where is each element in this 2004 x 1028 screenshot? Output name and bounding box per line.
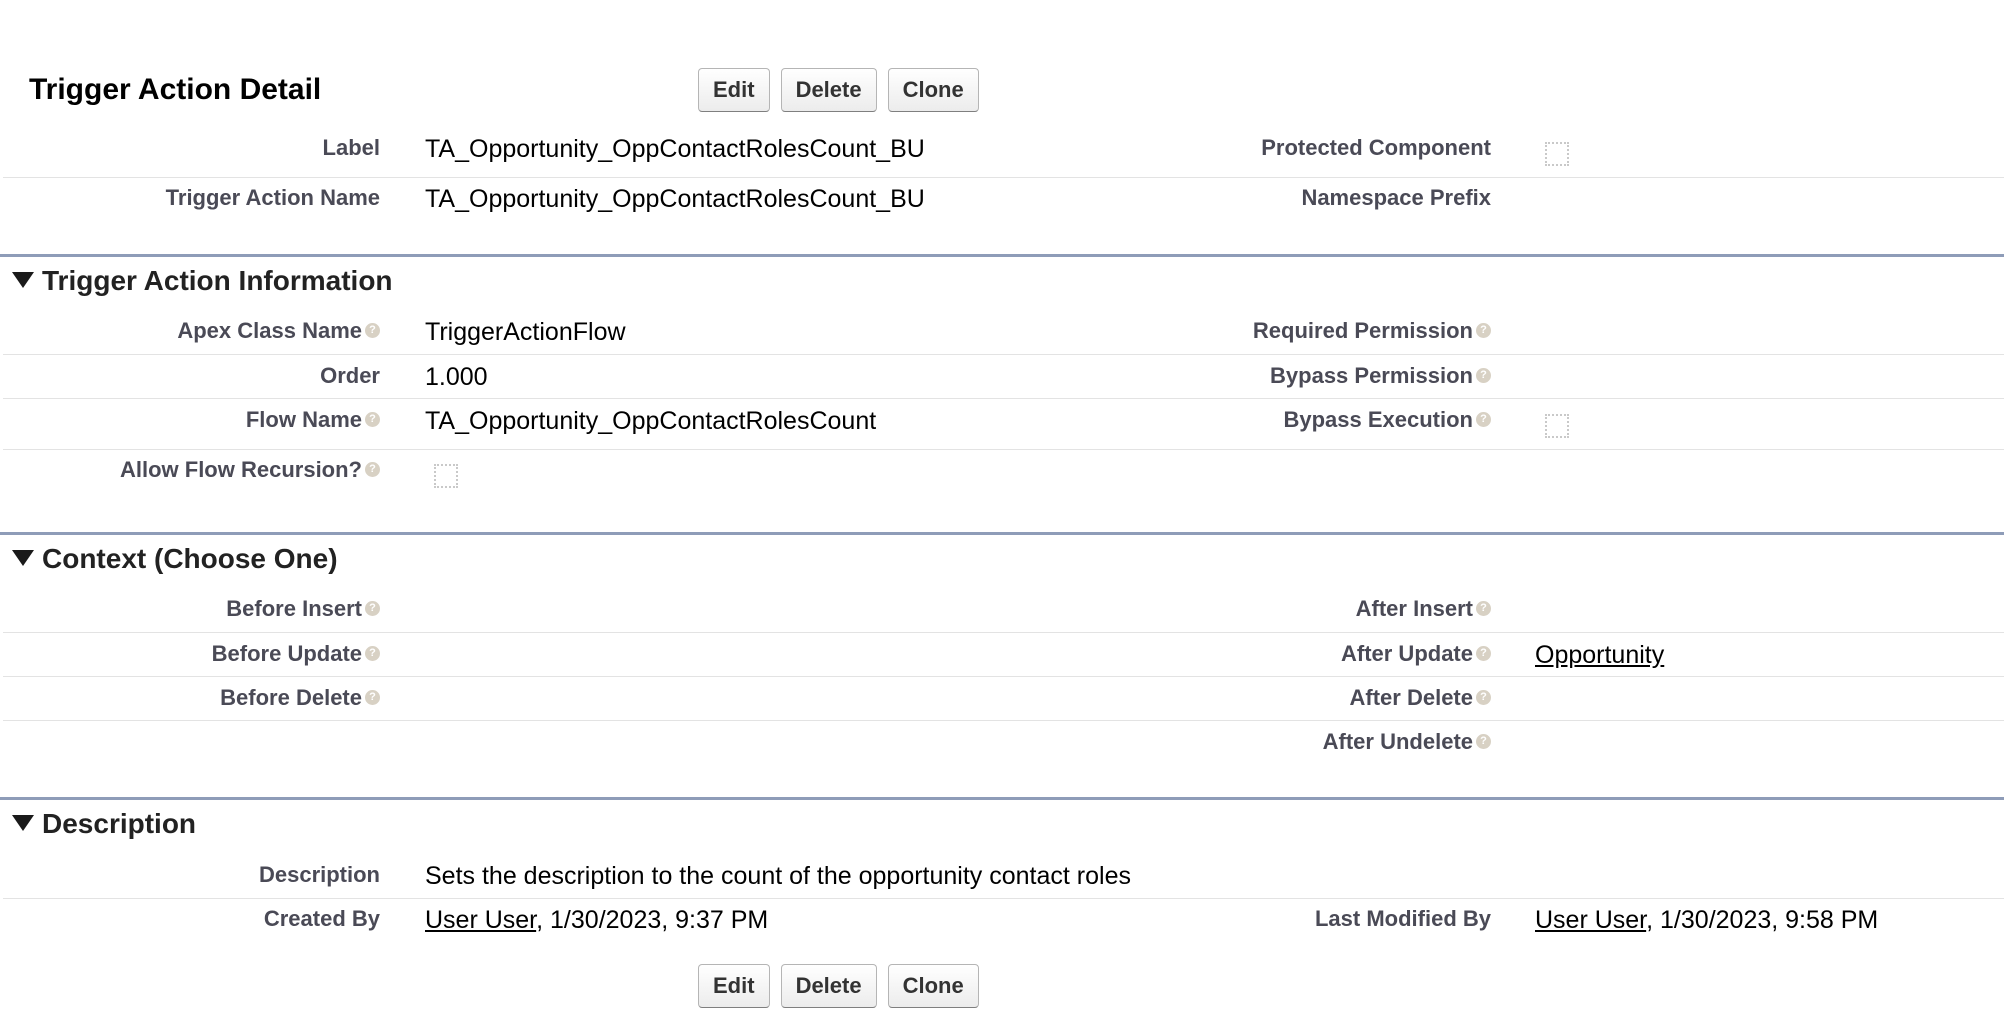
after-update-label: After Update?: [1341, 641, 1491, 667]
triangle-down-icon[interactable]: [12, 549, 34, 566]
namespace-prefix-label: Namespace Prefix: [1301, 185, 1491, 210]
allow-flow-recursion-checkbox: [434, 464, 458, 488]
help-icon[interactable]: ?: [365, 322, 380, 338]
bypass-execution-label: Bypass Execution?: [1283, 407, 1491, 433]
before-delete-label: Before Delete?: [220, 685, 380, 711]
help-icon[interactable]: ?: [365, 600, 380, 616]
section-divider: [0, 254, 2004, 257]
triangle-down-icon[interactable]: [12, 814, 34, 831]
created-by-user-link[interactable]: User User: [425, 906, 536, 934]
last-modified-by-value: User User, 1/30/2023, 9:58 PM: [1535, 905, 1878, 935]
section-title: Trigger Action Information: [42, 265, 393, 296]
required-permission-label: Required Permission?: [1253, 318, 1491, 344]
section-header-description[interactable]: Description: [12, 808, 196, 840]
help-icon[interactable]: ?: [1476, 600, 1491, 616]
last-modified-by-label: Last Modified By: [1314, 906, 1491, 931]
trigger-action-name-value: TA_Opportunity_OppContactRolesCount_BU: [425, 185, 925, 213]
row-divider: [3, 398, 2004, 399]
order-label: Order: [320, 363, 380, 388]
protected-component-label: Protected Component: [1261, 135, 1491, 160]
help-icon[interactable]: ?: [365, 689, 380, 705]
bottom-button-row: Edit Delete Clone: [698, 964, 979, 1008]
label-field-label: Label: [322, 135, 380, 160]
delete-button[interactable]: Delete: [780, 964, 877, 1008]
clone-button[interactable]: Clone: [887, 964, 979, 1008]
row-divider: [3, 898, 2004, 899]
clone-button[interactable]: Clone: [887, 68, 979, 112]
help-icon[interactable]: ?: [1476, 367, 1491, 383]
row-divider: [3, 449, 2004, 450]
triangle-down-icon[interactable]: [12, 271, 34, 288]
before-insert-label: Before Insert?: [226, 596, 380, 622]
after-update-value: Opportunity: [1535, 640, 1664, 670]
after-insert-label: After Insert?: [1356, 596, 1491, 622]
edit-button[interactable]: Edit: [698, 68, 770, 112]
edit-button[interactable]: Edit: [698, 964, 770, 1008]
help-icon[interactable]: ?: [1476, 689, 1491, 705]
row-divider: [3, 177, 2004, 178]
section-divider: [0, 797, 2004, 800]
help-icon[interactable]: ?: [1476, 322, 1491, 338]
last-modified-by-user-link[interactable]: User User: [1535, 906, 1646, 934]
help-icon[interactable]: ?: [1476, 645, 1491, 661]
created-by-label: Created By: [263, 906, 380, 931]
section-divider: [0, 532, 2004, 535]
order-value: 1.000: [425, 363, 488, 391]
description-value: Sets the description to the count of the…: [425, 862, 1131, 890]
created-by-value: User User, 1/30/2023, 9:37 PM: [425, 905, 768, 935]
row-divider: [3, 720, 2004, 721]
bypass-execution-checkbox: [1545, 414, 1569, 438]
section-header-trigger-action-information[interactable]: Trigger Action Information: [12, 265, 393, 297]
bypass-permission-label: Bypass Permission?: [1270, 363, 1491, 389]
page-title: Trigger Action Detail: [29, 73, 322, 106]
apex-class-name-value: TriggerActionFlow: [425, 318, 626, 346]
last-modified-by-date: , 1/30/2023, 9:58 PM: [1646, 906, 1879, 934]
row-divider: [3, 632, 2004, 633]
help-icon[interactable]: ?: [1476, 411, 1491, 427]
allow-flow-recursion-label: Allow Flow Recursion??: [120, 457, 380, 483]
delete-button[interactable]: Delete: [780, 68, 877, 112]
flow-name-label: Flow Name?: [246, 407, 380, 433]
after-update-object-link[interactable]: Opportunity: [1535, 641, 1664, 669]
section-title: Context (Choose One): [42, 543, 338, 574]
after-delete-label: After Delete?: [1350, 685, 1491, 711]
help-icon[interactable]: ?: [365, 411, 380, 427]
apex-class-name-label: Apex Class Name?: [177, 318, 380, 344]
row-divider: [3, 354, 2004, 355]
before-update-label: Before Update?: [212, 641, 380, 667]
flow-name-value: TA_Opportunity_OppContactRolesCount: [425, 407, 877, 435]
label-field-value: TA_Opportunity_OppContactRolesCount_BU: [425, 135, 925, 163]
section-title: Description: [42, 808, 197, 839]
description-label: Description: [258, 862, 380, 887]
created-by-date: , 1/30/2023, 9:37 PM: [536, 906, 769, 934]
row-divider: [3, 676, 2004, 677]
help-icon[interactable]: ?: [1476, 733, 1491, 749]
after-undelete-label: After Undelete?: [1323, 729, 1491, 755]
protected-component-checkbox: [1545, 142, 1569, 166]
help-icon[interactable]: ?: [365, 645, 380, 661]
help-icon[interactable]: ?: [365, 461, 380, 477]
trigger-action-name-label: Trigger Action Name: [165, 185, 380, 210]
section-header-context[interactable]: Context (Choose One): [12, 543, 338, 575]
top-button-row: Edit Delete Clone: [698, 68, 979, 112]
